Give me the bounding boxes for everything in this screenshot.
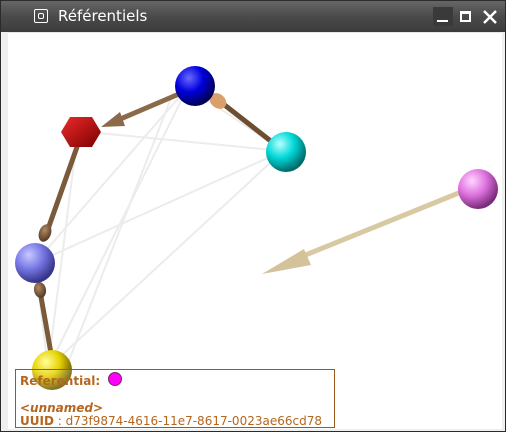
referential-label: Referential:	[20, 374, 101, 388]
arrow-magenta	[262, 185, 474, 274]
window-title: Référentiels	[58, 7, 148, 25]
close-button[interactable]	[480, 7, 500, 26]
node-slate[interactable]	[15, 243, 55, 283]
title-bar[interactable]: Référentiels	[1, 1, 505, 32]
uuid-row: UUID : d73f9874-4616-11e7-8617-0023ae66c…	[20, 414, 322, 428]
node-red[interactable]	[61, 117, 101, 147]
referential-color-swatch	[108, 372, 122, 386]
uuid-label: UUID	[20, 414, 54, 428]
referential-info-panel: Referential: <unnamed> UUID : d73f9874-4…	[15, 369, 335, 428]
node-magenta[interactable]	[458, 169, 498, 209]
arrow-blue-red	[101, 88, 189, 127]
maximize-button[interactable]	[456, 7, 476, 26]
uuid-separator: :	[53, 414, 66, 428]
referentials-window: Référentiels Referential: <unnamed> UUID…	[0, 0, 506, 432]
arrow-cyan-blue	[209, 93, 284, 152]
app-menu-icon[interactable]	[34, 9, 48, 23]
node-cyan[interactable]	[266, 132, 306, 172]
arrow-red-slate	[38, 144, 80, 242]
node-blue[interactable]	[175, 66, 215, 106]
3d-viewport[interactable]: Referential: <unnamed> UUID : d73f9874-4…	[8, 32, 502, 429]
referential-name: <unnamed>	[20, 401, 104, 415]
close-icon	[483, 10, 497, 24]
uuid-value: d73f9874-4616-11e7-8617-0023ae66cd78	[65, 414, 322, 428]
minimize-button[interactable]	[433, 7, 453, 26]
